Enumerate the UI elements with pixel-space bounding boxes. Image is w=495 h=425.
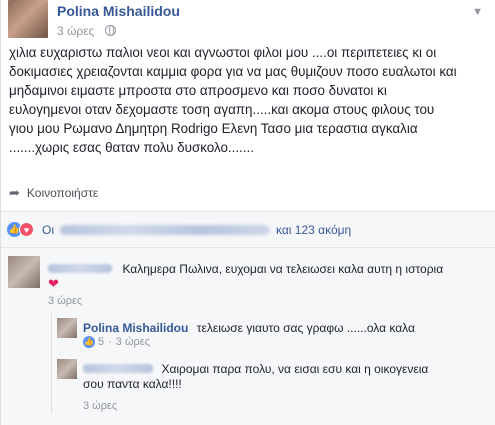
share-label: Κοινοποιήστε <box>26 186 99 200</box>
heart-emoji-icon: ❤ <box>48 276 59 291</box>
post-card: Polina Mishailidou 3 ώρες ▼ χιλια ευχαρι… <box>0 0 495 425</box>
post-text-line: μηδαμινοι ειμαστε μπροστα στο απροσμενο … <box>9 83 387 98</box>
like-icon: 👍 <box>83 336 95 348</box>
post-author-name[interactable]: Polina Mishailidou <box>57 3 180 19</box>
reply: Polina Mishailidou τελειωσε γιαυτο σας γ… <box>83 319 415 337</box>
reply-author-avatar[interactable] <box>57 318 77 338</box>
reply-timestamp[interactable]: 3 ώρες <box>83 400 117 412</box>
comment: Καλημερα Πωλινα, ευχομαι να τελειωσει κα… <box>48 260 443 278</box>
reply-text: τελειωσε γιαυτο σας γραφω ......ολα καλα <box>196 321 415 335</box>
reply-thread-line <box>51 313 52 413</box>
reply-meta: 👍 5 · 3 ώρες <box>83 336 150 348</box>
blurred-commenter-name[interactable] <box>83 364 153 374</box>
author-avatar[interactable] <box>8 0 48 38</box>
post-text-line: δοκιμασιες χρειαζονται καμμια φορα για ν… <box>9 64 457 79</box>
commenter-avatar[interactable] <box>8 256 40 288</box>
blurred-reactor-names <box>60 224 270 235</box>
reply-like-count[interactable]: 5 <box>98 336 104 348</box>
reactions-count[interactable]: και 123 ακόμη <box>276 223 351 237</box>
reactions-prefix: Οι <box>42 222 54 237</box>
reply-timestamp[interactable]: 3 ώρες <box>116 336 150 348</box>
chevron-down-icon[interactable]: ▼ <box>472 6 483 18</box>
separator-dot: · <box>108 336 112 348</box>
post-text-line: γιου μου Ρωμανο Δημητρη Rodrigo Ελενη Τα… <box>9 121 418 136</box>
comment-timestamp[interactable]: 3 ώρες <box>48 295 82 307</box>
reply-text: Χαιρομαι παρα πολυ, να εισαι εσυ και η ο… <box>161 362 429 376</box>
reply: Χαιρομαι παρα πολυ, να εισαι εσυ και η ο… <box>83 360 428 378</box>
post-text-line: .......χωρις εσας θαταν πολυ δυσκολο....… <box>9 140 254 155</box>
divider <box>1 247 495 248</box>
blurred-commenter-name[interactable] <box>48 264 112 274</box>
post-timestamp[interactable]: 3 ώρες <box>57 24 94 38</box>
reply-text-continued: σου παντα καλα!!!! <box>83 377 182 391</box>
post-text-line: χιλια ευχαριστω παλιοι νεοι και αγνωστοι… <box>9 45 437 60</box>
reply-author-avatar[interactable] <box>57 359 77 379</box>
share-arrow-icon: ➦ <box>9 185 20 200</box>
post-text-line: ευλογημενοι οταν δεχομαστε τοση αγαπη...… <box>9 102 435 117</box>
heart-icon: ♥ <box>19 222 34 237</box>
share-button[interactable]: ➦ Κοινοποιήστε <box>9 185 98 201</box>
reactions-bar[interactable]: 👍 ♥ Οι και 123 ακόμη <box>7 222 351 237</box>
reply-author-name[interactable]: Polina Mishailidou <box>83 321 188 335</box>
comment-text: Καλημερα Πωλινα, ευχομαι να τελειωσει κα… <box>122 262 444 276</box>
post-body: χιλια ευχαριστω παλιοι νεοι και αγνωστοι… <box>9 43 489 157</box>
globe-icon <box>105 25 116 36</box>
